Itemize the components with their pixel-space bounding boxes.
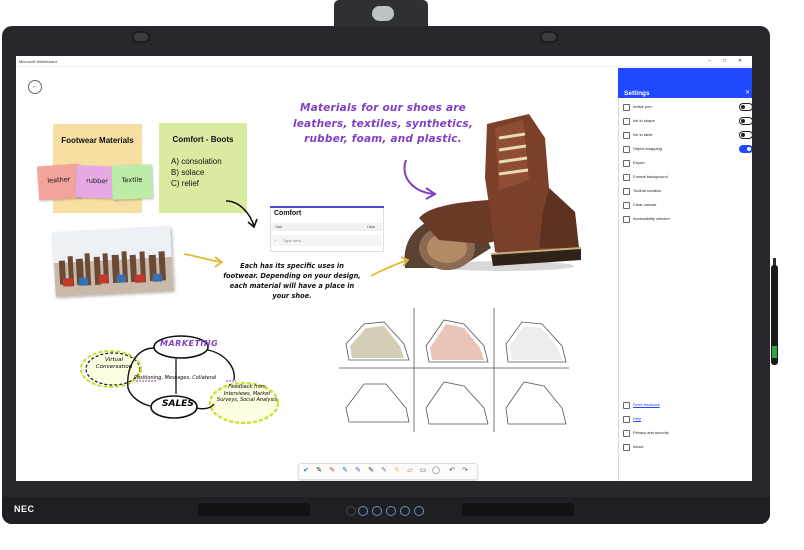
setting-label: Object snapping	[633, 146, 662, 151]
stylus-indicator	[772, 346, 777, 358]
setting-export[interactable]: Export	[621, 159, 749, 168]
setting-label: Toolbar location	[633, 188, 662, 193]
setting-clear-canvas[interactable]: Clear canvas	[621, 201, 749, 210]
eraser-icon[interactable]: ▱	[405, 467, 415, 475]
pen-purple-icon[interactable]: ✎	[353, 467, 363, 475]
hardware-button[interactable]	[358, 506, 368, 516]
toggle-switch[interactable]	[739, 103, 752, 111]
pen-black-icon[interactable]: ✎	[314, 467, 324, 475]
mindmap-positioning: Positioning, Messages, Collateral	[134, 375, 217, 381]
setting-label: Active pen	[633, 104, 652, 109]
ruler-icon[interactable]: ▭	[418, 467, 428, 475]
hardware-button[interactable]	[414, 506, 424, 516]
pen-icon	[623, 104, 630, 111]
setting-label: Export	[633, 160, 645, 165]
setting-active-pen[interactable]: Active pen	[621, 103, 752, 112]
setting-label: Clear canvas	[633, 202, 657, 207]
setting-accessibility-checker[interactable]: Accessibility checker	[621, 215, 749, 224]
setting-label: Ink to table	[633, 132, 653, 137]
setting-ink-to-table[interactable]: Ink to table	[621, 131, 752, 140]
setting-label: Accessibility checker	[633, 216, 670, 221]
highlighter-icon[interactable]: ✎	[392, 467, 402, 475]
link-send-feedback[interactable]: Send feedback	[621, 401, 749, 410]
setting-label: Privacy and security	[633, 430, 669, 435]
lasso-icon[interactable]: ◯	[431, 467, 441, 475]
brand-logo: NEC	[14, 504, 35, 514]
setting-label: About	[633, 444, 644, 449]
setting-object-snapping[interactable]: Object snapping	[621, 145, 752, 154]
redo-icon[interactable]: ↷	[460, 467, 470, 475]
camera-lens	[372, 6, 394, 21]
feedback-icon	[623, 402, 630, 409]
speaker-left	[198, 503, 310, 516]
pen-blue-icon[interactable]: ✎	[340, 467, 350, 475]
pen-gray-icon[interactable]: ✎	[379, 467, 389, 475]
pen-red-icon[interactable]: ✎	[327, 467, 337, 475]
export-icon	[623, 160, 630, 167]
pen-dark-icon[interactable]: ✎	[366, 467, 376, 475]
select-icon[interactable]: ✔	[301, 467, 311, 475]
hardware-button[interactable]	[400, 506, 410, 516]
toolbar-icon	[623, 188, 630, 195]
undo-icon[interactable]: ↶	[447, 467, 457, 475]
clear-icon	[623, 202, 630, 209]
setting-about[interactable]: About	[621, 443, 749, 452]
setting-ink-to-shape[interactable]: Ink to shape	[621, 117, 752, 126]
mindmap-feedback: Feedback from Interviews, Market Surveys…	[216, 384, 278, 403]
table-icon	[623, 132, 630, 139]
mindmap-virtual: Virtual Conversation	[95, 357, 133, 370]
shape-icon	[623, 118, 630, 125]
toggle-switch[interactable]	[739, 117, 752, 125]
speaker-right	[462, 503, 574, 516]
help-icon	[623, 416, 630, 423]
sensor	[132, 31, 150, 43]
setting-label: Send feedback	[633, 402, 660, 407]
background-icon	[623, 174, 630, 181]
mindmap-marketing: MARKETING	[160, 339, 219, 348]
mindmap-sales: SALES	[162, 399, 194, 409]
maximize-button[interactable]: □	[723, 58, 726, 64]
minimize-button[interactable]: –	[708, 58, 711, 64]
setting-privacy[interactable]: Privacy and security	[621, 429, 749, 438]
snap-icon	[623, 146, 630, 153]
shoe-sketches[interactable]	[334, 304, 574, 436]
sensor	[540, 31, 558, 43]
setting-label: Help	[633, 416, 642, 421]
setting-label: Format background	[633, 174, 668, 179]
lock-icon	[623, 430, 630, 437]
toggle-switch[interactable]	[739, 131, 752, 139]
accessibility-icon	[623, 216, 630, 223]
info-icon	[623, 444, 630, 451]
setting-format-background[interactable]: Format background	[621, 173, 749, 182]
link-help[interactable]: Help	[621, 415, 749, 424]
setting-toolbar-location[interactable]: Toolbar location	[621, 187, 749, 196]
setting-label: Ink to shape	[633, 118, 655, 123]
screen: Microsoft Whiteboard – □ ✕ ← Footwear Ma…	[16, 56, 752, 481]
toggle-switch[interactable]	[739, 145, 752, 153]
close-button[interactable]: ✕	[738, 58, 742, 64]
ink-toolbar: ✔ ✎ ✎ ✎ ✎ ✎ ✎ ✎ ▱ ▭ ◯ ↶ ↷	[298, 463, 478, 480]
hardware-button[interactable]	[386, 506, 396, 516]
close-icon[interactable]: ✕	[745, 89, 750, 96]
settings-title: Settings	[624, 90, 650, 97]
hardware-button[interactable]	[372, 506, 382, 516]
power-button[interactable]	[346, 506, 356, 516]
